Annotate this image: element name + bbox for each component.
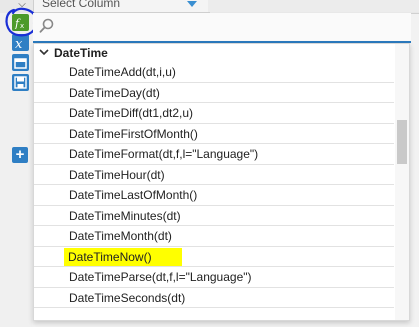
list-item[interactable]: DateTimeParse(dt,f,l="Language") (34, 267, 394, 288)
group-header-datetime[interactable]: DateTime (34, 44, 394, 62)
scrollbar[interactable] (395, 44, 409, 320)
function-icon[interactable]: fx (12, 14, 29, 31)
list-item[interactable]: DateTimeFirstOfMonth() (34, 124, 394, 144)
function-list-panel: DateTime DateTimeAdd(dt,i,u) DateTimeDay(… (33, 43, 410, 321)
search-input[interactable] (69, 17, 403, 37)
list-item[interactable]: DateTimeSeconds(dt) (34, 288, 394, 308)
chevron-down-icon (39, 49, 49, 56)
function-label: DateTimeAdd(dt,i,u) (69, 65, 176, 79)
svg-text:x: x (15, 37, 23, 49)
function-label: DateTimeLastOfMonth() (69, 188, 198, 202)
svg-text:x: x (20, 22, 24, 29)
list-item[interactable]: DateTimeHour(dt) (34, 165, 394, 185)
function-label: DateTimeFirstOfMonth() (69, 126, 198, 141)
function-label: DateTimeHour(dt) (69, 167, 165, 182)
function-label: DateTimeDiff(dt1,dt2,u) (69, 106, 194, 120)
variable-x-icon[interactable]: x (12, 34, 29, 51)
chevron-down-icon[interactable]: ⌵ (13, 0, 31, 11)
list-item[interactable]: DateTimeFormat(dt,f,l="Language") (34, 144, 394, 165)
list-item[interactable]: DateTimeMinutes(dt) (34, 206, 394, 226)
search-icon (39, 18, 54, 33)
function-label: DateTimeParse(dt,f,l="Language") (69, 270, 252, 284)
function-list: DateTimeAdd(dt,i,u) DateTimeDay(dt) DateTi… (34, 62, 394, 308)
select-column-label: Select Column (42, 0, 121, 10)
function-label: DateTimeSeconds(dt) (69, 290, 186, 305)
group-label: DateTime (54, 46, 108, 60)
add-button[interactable]: + (12, 147, 28, 163)
list-item[interactable]: DateTimeNow() (34, 247, 394, 267)
caret-down-icon (187, 1, 197, 7)
window-icon[interactable] (12, 54, 29, 71)
scrollbar-thumb[interactable] (397, 120, 407, 164)
list-item[interactable]: DateTimeLastOfMonth() (34, 185, 394, 206)
function-label: DateTimeMinutes(dt) (69, 208, 181, 223)
function-label: DateTimeNow() (64, 247, 182, 266)
function-label: DateTimeMonth(dt) (69, 229, 172, 243)
left-toolbar: fx x + (0, 13, 32, 327)
function-label: DateTimeFormat(dt,f,l="Language") (69, 147, 259, 161)
top-bar-strip (208, 0, 419, 12)
function-search-bar (33, 13, 411, 43)
select-column-dropdown[interactable]: Select Column (33, 0, 210, 13)
save-icon[interactable] (12, 74, 29, 91)
list-item[interactable]: DateTimeDay(dt) (34, 83, 394, 103)
list-item[interactable]: DateTimeDiff(dt1,dt2,u) (34, 103, 394, 124)
list-item[interactable]: DateTimeMonth(dt) (34, 226, 394, 247)
top-bar: ⌵ Select Column (0, 0, 419, 14)
list-item[interactable]: DateTimeAdd(dt,i,u) (34, 62, 394, 83)
function-label: DateTimeDay(dt) (69, 85, 160, 100)
